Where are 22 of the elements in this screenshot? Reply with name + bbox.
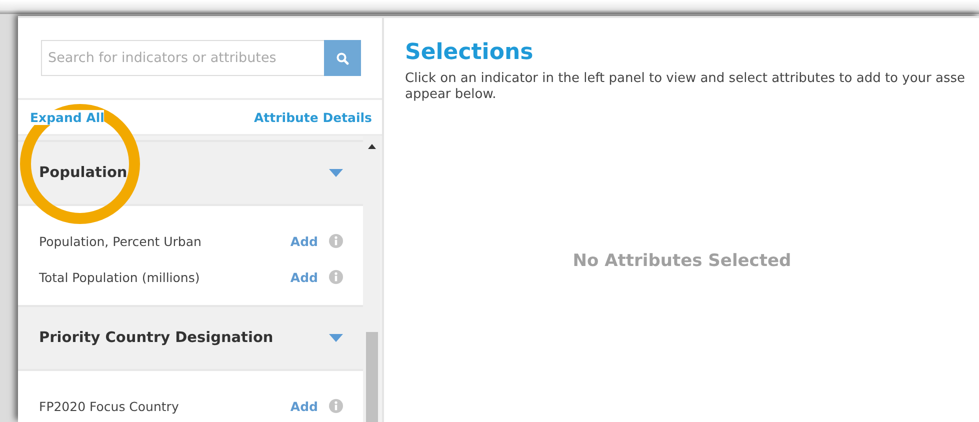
caret-icon[interactable] <box>329 334 343 342</box>
add-link[interactable]: Add <box>290 234 318 248</box>
empty-message: No Attributes Selected <box>572 251 792 271</box>
search-field[interactable]: Search for indicators or attributes <box>41 40 324 76</box>
scrollbar-thumb[interactable] <box>366 332 378 422</box>
search-button[interactable] <box>324 40 361 76</box>
search-icon <box>336 52 349 64</box>
attribute-label: FP2020 Focus Country <box>39 398 180 414</box>
attribute-details-link[interactable]: Attribute Details <box>254 110 372 124</box>
add-link[interactable]: Add <box>290 270 318 284</box>
info-icon[interactable] <box>329 234 343 248</box>
add-link[interactable]: Add <box>290 398 318 414</box>
selections-title: Selections <box>405 40 534 65</box>
scroll-up-icon[interactable] <box>368 144 376 149</box>
description-text: Click on an indicator in the left panel to view and select attributes to add to your asse <box>405 71 966 87</box>
info-icon[interactable] <box>329 399 343 413</box>
attribute-label: Total Population (millions) <box>39 270 201 284</box>
expand-all-link[interactable]: Expand All <box>30 110 104 124</box>
caret-icon[interactable] <box>329 169 343 177</box>
description-text: appear below. <box>405 87 498 103</box>
info-icon[interactable] <box>329 270 343 284</box>
attribute-label: Population, Percent Urban <box>39 234 202 248</box>
